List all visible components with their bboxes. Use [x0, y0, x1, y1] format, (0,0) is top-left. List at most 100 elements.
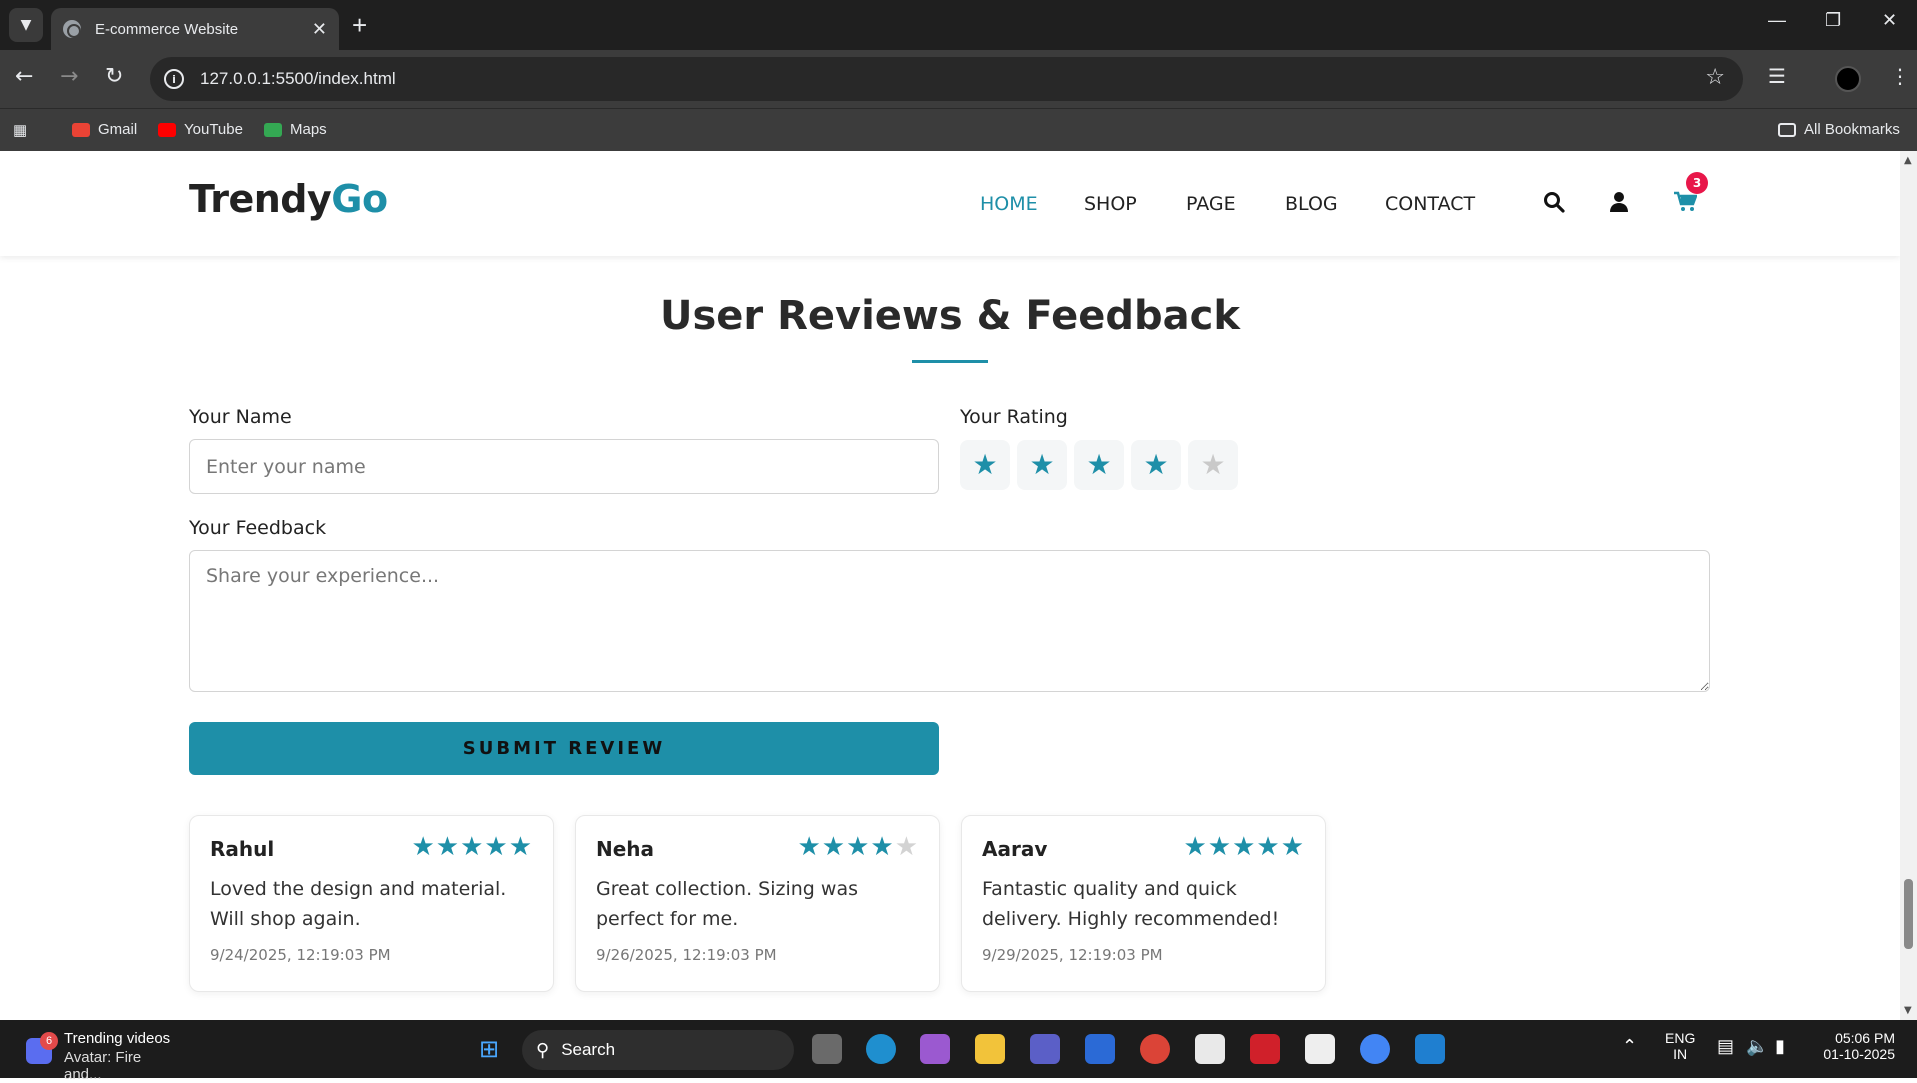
review-card: Aarav ★★★★★ Fantastic quality and quick de… [961, 815, 1326, 992]
title-underline [912, 360, 988, 363]
review-star-icon: ★ [411, 832, 436, 862]
restore-button[interactable]: ❐ [1825, 10, 1841, 31]
bookmark-star-icon[interactable]: ☆ [1705, 65, 1725, 90]
bookmark-label: YouTube [184, 121, 243, 138]
reviewer-name: Neha [596, 837, 655, 861]
address-bar[interactable]: i 127.0.0.1:5500/index.html ☆ [150, 57, 1743, 101]
review-star-icon: ★ [1280, 832, 1305, 862]
reload-button[interactable]: ↻ [105, 64, 123, 89]
submit-review-button[interactable]: SUBMIT REVIEW [189, 722, 939, 775]
lang-line1: ENG [1665, 1030, 1696, 1046]
back-button[interactable]: ← [15, 64, 33, 89]
file-explorer-icon[interactable] [975, 1034, 1005, 1064]
nav-shop[interactable]: SHOP [1084, 193, 1137, 215]
app-icon[interactable] [1085, 1034, 1115, 1064]
chrome-profile-icon[interactable] [1360, 1034, 1390, 1064]
page-scrollbar[interactable]: ▲ ▼ [1900, 151, 1917, 1020]
name-input[interactable] [189, 439, 939, 494]
scroll-up-arrow[interactable]: ▲ [1904, 155, 1912, 166]
review-star-icon: ★ [1183, 832, 1208, 862]
review-stars: ★★★★★ [1183, 832, 1305, 862]
news-widget[interactable]: 6 Trending videos Avatar: Fire and... [22, 1030, 182, 1083]
nav-page[interactable]: PAGE [1186, 193, 1236, 215]
rating-star-4[interactable]: ★ [1131, 440, 1181, 490]
extensions-icon[interactable]: ☰ [1768, 64, 1786, 88]
review-card: Rahul ★★★★★ Loved the design and material.… [189, 815, 554, 992]
globe-icon [63, 20, 81, 38]
rating-star-3[interactable]: ★ [1074, 440, 1124, 490]
cart-icon[interactable] [1673, 191, 1698, 219]
review-date: 9/29/2025, 12:19:03 PM [982, 946, 1163, 964]
chrome-icon[interactable] [1140, 1034, 1170, 1064]
nav-blog[interactable]: BLOG [1285, 193, 1338, 215]
battery-icon[interactable]: ▮ [1775, 1036, 1785, 1057]
clock[interactable]: 05:06 PM 01-10-2025 [1815, 1030, 1895, 1062]
windows-taskbar: 6 Trending videos Avatar: Fire and... ⊞ … [0, 1020, 1917, 1083]
review-star-icon: ★ [821, 832, 847, 862]
bookmark-maps[interactable]: Maps [264, 121, 327, 138]
snipping-tool-icon[interactable] [1305, 1034, 1335, 1064]
rating-star-5[interactable]: ★ [1188, 440, 1238, 490]
review-stars: ★★★★★ [797, 832, 919, 862]
site-info-icon[interactable]: i [164, 69, 184, 89]
feedback-textarea[interactable] [189, 550, 1710, 692]
close-tab-icon[interactable]: ✕ [312, 19, 327, 40]
edge-icon[interactable] [866, 1034, 896, 1064]
teams-icon[interactable] [1030, 1034, 1060, 1064]
review-star-icon: ★ [870, 832, 895, 862]
close-window-button[interactable]: ✕ [1882, 10, 1897, 31]
all-bookmarks-label: All Bookmarks [1804, 121, 1900, 138]
review-stars: ★★★★★ [411, 832, 533, 862]
rating-star-1[interactable]: ★ [960, 440, 1010, 490]
scroll-down-arrow[interactable]: ▼ [1904, 1005, 1912, 1016]
nav-home[interactable]: HOME [980, 193, 1038, 215]
volume-icon[interactable]: 🔈 [1746, 1036, 1768, 1057]
nav-contact[interactable]: CONTACT [1385, 193, 1475, 215]
menu-icon[interactable]: ⋮ [1890, 64, 1910, 88]
tab-title: E-commerce Website [95, 20, 239, 38]
store-icon[interactable] [1195, 1034, 1225, 1064]
review-star-icon: ★ [460, 832, 485, 862]
maps-icon [264, 122, 282, 137]
user-icon[interactable] [1609, 191, 1629, 219]
bookmark-youtube[interactable]: YouTube [158, 121, 243, 138]
forward-button[interactable]: → [60, 64, 78, 89]
network-icon[interactable]: ▤ [1717, 1036, 1734, 1057]
profile-avatar[interactable] [1835, 66, 1861, 92]
logo-accent: Go [331, 177, 388, 221]
bookmark-label: Gmail [98, 121, 138, 138]
language-indicator[interactable]: ENG IN [1665, 1030, 1695, 1062]
review-star-icon: ★ [1232, 832, 1257, 862]
url-text: 127.0.0.1:5500/index.html [200, 69, 396, 88]
tab-search-button[interactable]: ▼ [9, 8, 43, 42]
bookmark-gmail[interactable]: Gmail [72, 121, 137, 138]
copilot-icon[interactable] [920, 1034, 950, 1064]
review-text: Loved the design and material. Will shop… [210, 878, 507, 930]
review-text: Fantastic quality and quick delivery. Hi… [982, 878, 1280, 930]
youtube-icon [158, 122, 176, 137]
gmail-icon [72, 122, 90, 137]
site-header: TrendyGo HOME SHOP PAGE BLOG CONTACT 3 [0, 151, 1900, 256]
review-text: Great collection. Sizing was perfect for… [596, 878, 858, 930]
wps-icon[interactable] [1250, 1034, 1280, 1064]
vscode-icon[interactable] [1415, 1034, 1445, 1064]
review-star-icon: ★ [435, 832, 461, 862]
all-bookmarks-button[interactable]: All Bookmarks [1778, 121, 1900, 138]
review-card: Neha ★★★★★ Great collection. Sizing was pe… [575, 815, 940, 992]
review-star-icon: ★ [1256, 832, 1281, 862]
taskbar-search[interactable]: ⚲ Search [522, 1030, 794, 1070]
site-logo[interactable]: TrendyGo [189, 177, 388, 221]
minimize-button[interactable]: — [1768, 10, 1786, 31]
rating-star-2[interactable]: ★ [1017, 440, 1067, 490]
tab-strip: ▼ E-commerce Website ✕ + — ❐ ✕ [0, 0, 1917, 50]
search-icon[interactable] [1543, 191, 1565, 219]
clock-time: 05:06 PM [1835, 1030, 1895, 1046]
browser-tab[interactable]: E-commerce Website ✕ [51, 8, 339, 50]
task-view-icon[interactable] [812, 1034, 842, 1064]
apps-grid-icon[interactable]: ▦ [13, 121, 27, 139]
start-icon[interactable]: ⊞ [474, 1034, 504, 1064]
new-tab-button[interactable]: + [352, 10, 367, 41]
scrollbar-thumb[interactable] [1904, 879, 1913, 949]
chevron-up-icon[interactable]: ⌃ [1622, 1036, 1637, 1057]
news-title: Trending videos [64, 1030, 171, 1047]
